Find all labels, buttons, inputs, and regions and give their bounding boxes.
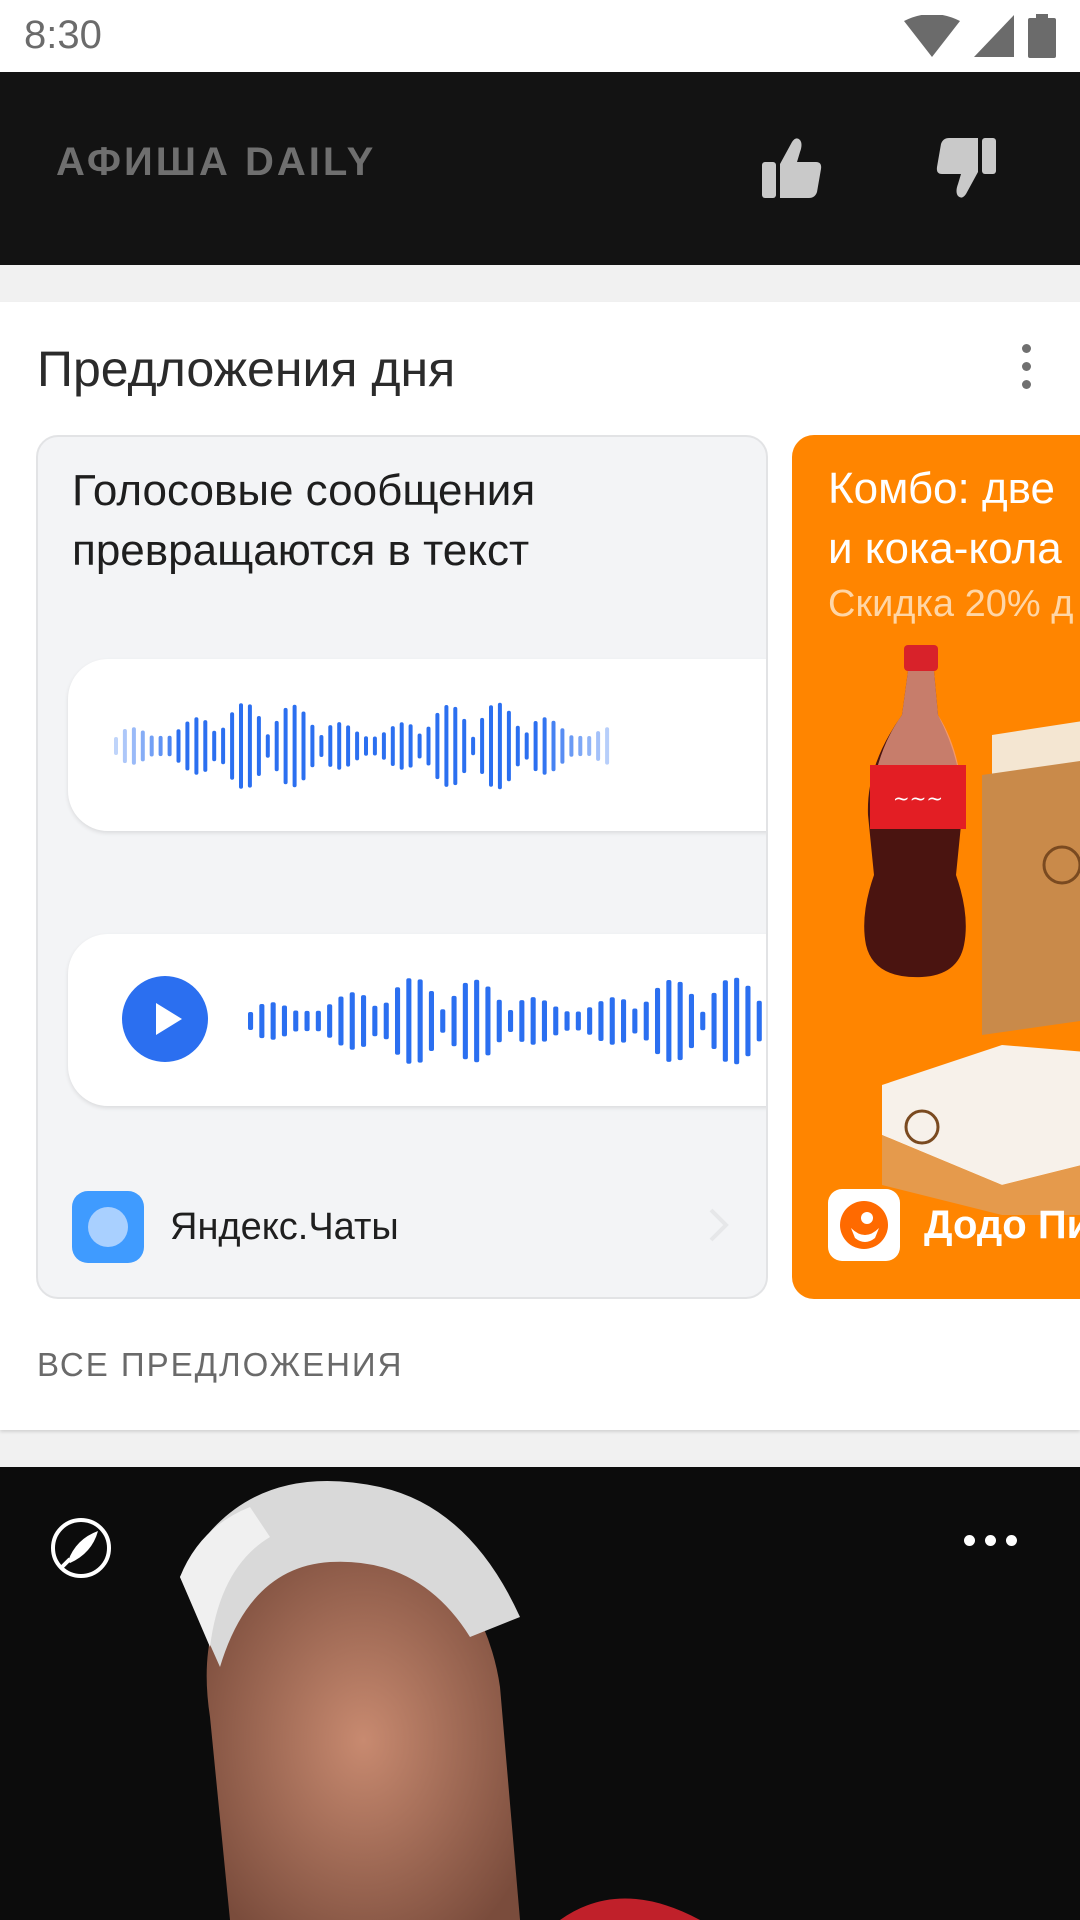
offer-card-dodo-pizza[interactable]: Комбо: две и кока-кола Скидка 20% д ~~~ … [792, 435, 1080, 1299]
news-photo-image [180, 1481, 700, 1920]
status-time: 8:30 [24, 13, 102, 57]
vertical-dots-icon [1021, 343, 1031, 353]
offer-source: Яндекс.Чаты [72, 1190, 399, 1264]
horizontal-dots-icon [963, 1534, 975, 1546]
voice-message-bubble [68, 934, 766, 1106]
like-button[interactable] [744, 120, 840, 216]
offer-title: Голосовые сообщения превращаются в текст [72, 466, 536, 575]
status-bar: 8:30 [0, 0, 1080, 72]
offers-title: Предложения дня [37, 341, 456, 397]
chevron-right-icon [709, 1208, 729, 1242]
app-header: АФИША DAILY [0, 72, 1080, 265]
yandex-chats-app-icon [72, 1191, 144, 1263]
offer-title: Комбо: две и кока-кола [828, 464, 1062, 573]
news-card[interactable] [0, 1467, 1080, 1920]
waveform-icon [114, 702, 610, 790]
waveform-icon [248, 977, 762, 1065]
play-button[interactable] [122, 976, 208, 1062]
offer-source: Додо Пи [828, 1188, 1080, 1262]
pizza-box-image [882, 721, 1080, 1215]
all-offers-link[interactable]: ВСЕ ПРЕДЛОЖЕНИЯ [37, 1346, 403, 1384]
offers-menu-button[interactable] [1000, 336, 1052, 396]
thumbs-down-icon [936, 138, 996, 198]
brand-title: АФИША DAILY [56, 140, 377, 184]
status-icons [904, 14, 1056, 58]
dislike-button[interactable] [918, 120, 1014, 216]
wifi-icon [904, 15, 960, 57]
rocket-icon[interactable] [46, 1513, 116, 1583]
dodo-pizza-logo [828, 1189, 900, 1261]
cell-signal-icon [974, 15, 1014, 57]
voice-message-bubble [68, 659, 766, 831]
offers-card: Предложения дня Голосовые сообщения прев… [0, 302, 1080, 1430]
offer-source-name: Яндекс.Чаты [170, 1205, 399, 1248]
battery-icon [1028, 14, 1056, 58]
offer-subtitle: Скидка 20% д [828, 583, 1074, 625]
thumbs-up-icon [762, 138, 822, 198]
offer-card-yandex-chats[interactable]: Голосовые сообщения превращаются в текст… [36, 435, 768, 1299]
offer-source-name: Додо Пи [924, 1202, 1080, 1247]
news-more-button[interactable] [950, 1525, 1030, 1555]
